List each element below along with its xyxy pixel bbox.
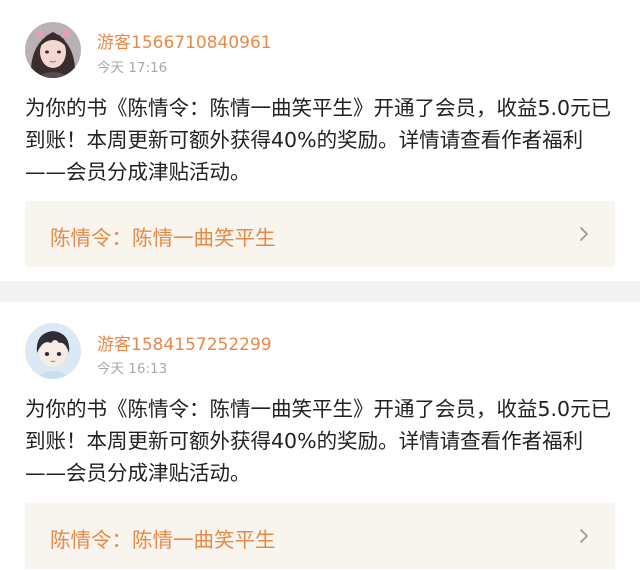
notification-card: 游客1566710840961 今天 17:16 为你的书《陈情令：陈情一曲笑平…	[0, 0, 640, 281]
notification-card: 游客1584157252299 今天 16:13 为你的书《陈情令：陈情一曲笑平…	[0, 302, 640, 570]
book-link[interactable]: 陈情令：陈情一曲笑平生	[25, 503, 615, 569]
girl-avatar-icon	[25, 22, 81, 78]
book-title: 陈情令：陈情一曲笑平生	[50, 226, 276, 250]
anime-boy-avatar-icon	[25, 323, 81, 379]
timestamp: 今天 17:16	[97, 60, 168, 76]
chevron-right-icon	[580, 227, 588, 241]
chevron-right-icon	[580, 529, 588, 543]
timestamp: 今天 16:13	[97, 361, 168, 377]
notification-message: 为你的书《陈情令：陈情一曲笑平生》开通了会员，收益5.0元已到账！本周更新可额外…	[25, 397, 612, 485]
notification-message: 为你的书《陈情令：陈情一曲笑平生》开通了会员，收益5.0元已到账！本周更新可额外…	[25, 96, 612, 184]
section-divider	[0, 281, 640, 302]
book-title: 陈情令：陈情一曲笑平生	[50, 528, 276, 552]
user-avatar[interactable]	[25, 323, 81, 379]
username[interactable]: 游客1566710840961	[97, 28, 272, 53]
user-avatar[interactable]	[25, 22, 81, 78]
book-link[interactable]: 陈情令：陈情一曲笑平生	[25, 201, 615, 267]
username[interactable]: 游客1584157252299	[97, 330, 272, 355]
